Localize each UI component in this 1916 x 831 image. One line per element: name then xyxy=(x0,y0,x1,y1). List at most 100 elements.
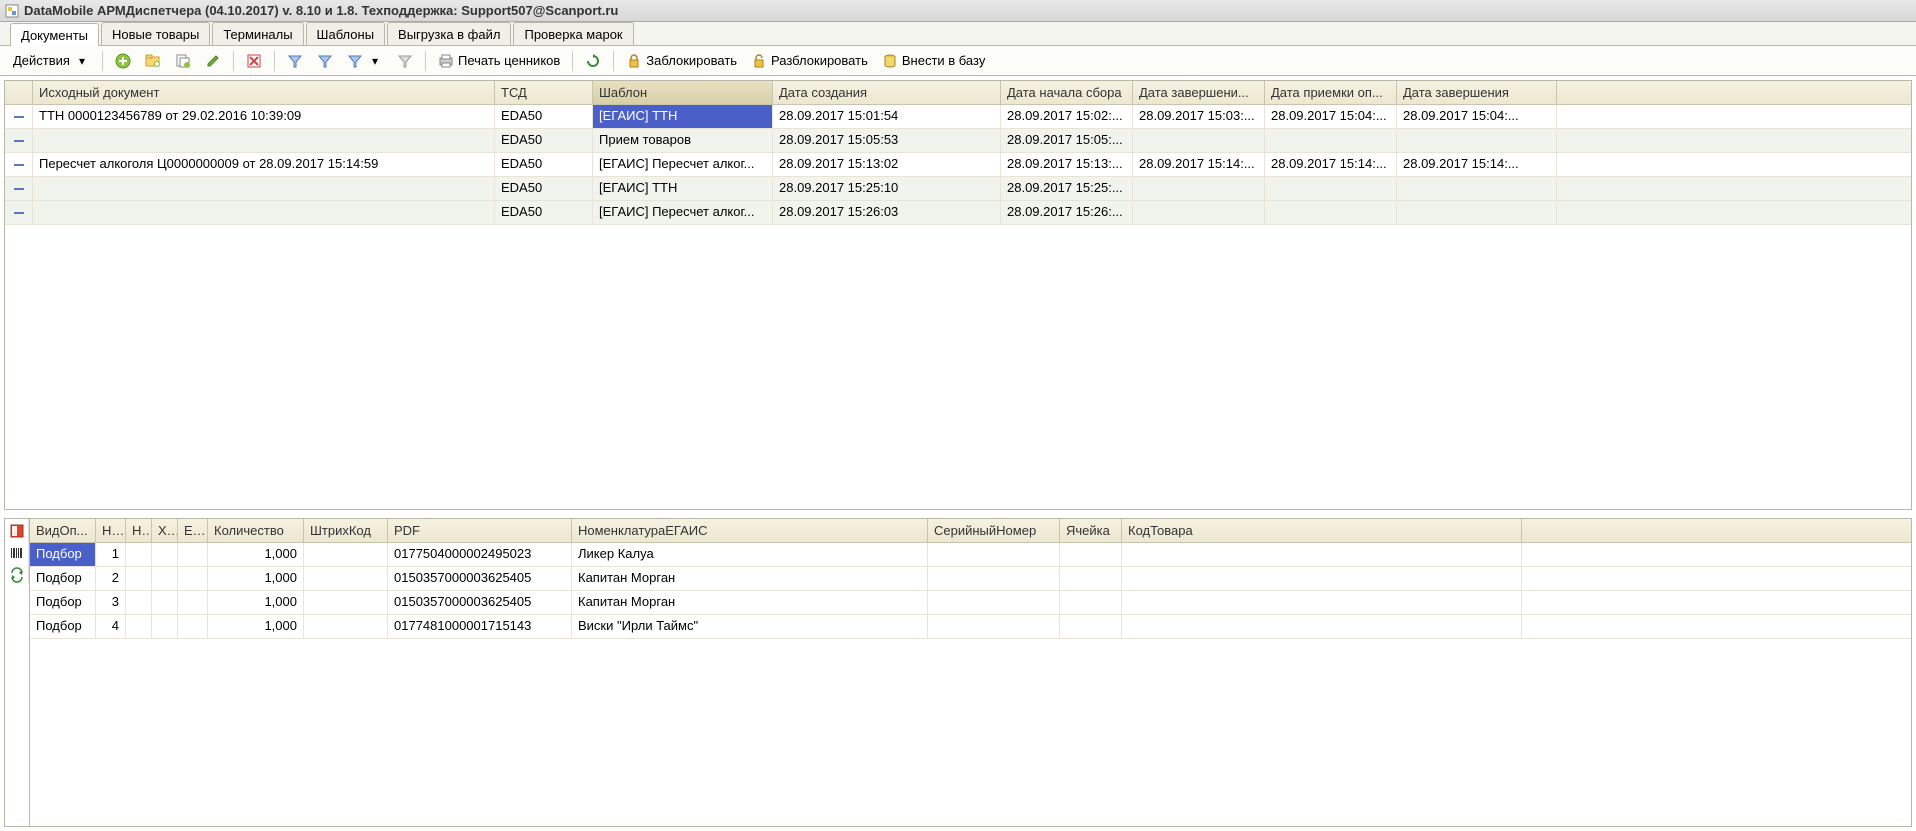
cell[interactable] xyxy=(1060,615,1122,638)
detail-grid[interactable]: ВидОп...Н...Н..Х..Е...КоличествоШтрихКод… xyxy=(29,518,1912,827)
cell[interactable] xyxy=(152,567,178,590)
cell[interactable]: [ЕГАИС] ТТН xyxy=(593,177,773,200)
col-header[interactable]: Исходный документ xyxy=(33,81,495,104)
documents-grid-body[interactable]: ТТН 0000123456789 от 29.02.2016 10:39:09… xyxy=(5,105,1911,509)
cell[interactable]: 1,000 xyxy=(208,543,304,566)
col-header[interactable]: ТСД xyxy=(495,81,593,104)
cell[interactable]: Ликер Калуа xyxy=(572,543,928,566)
tab-Новые товары[interactable]: Новые товары xyxy=(101,22,210,45)
col-header[interactable]: Ячейка xyxy=(1060,519,1122,542)
cell[interactable] xyxy=(178,543,208,566)
table-row[interactable]: EDA50Прием товаров28.09.2017 15:05:5328.… xyxy=(5,129,1911,153)
tab-Документы[interactable]: Документы xyxy=(10,23,99,46)
cell[interactable] xyxy=(928,567,1060,590)
collapse-icon[interactable] xyxy=(14,212,24,214)
cell[interactable]: 28.09.2017 15:13:02 xyxy=(773,153,1001,176)
cell[interactable]: Капитан Морган xyxy=(572,591,928,614)
unblock-button[interactable]: Разблокировать xyxy=(746,50,873,72)
folder-add-button[interactable] xyxy=(140,50,166,72)
col-header[interactable]: Н.. xyxy=(126,519,152,542)
cell[interactable]: 28.09.2017 15:02:... xyxy=(1001,105,1133,128)
cell[interactable]: EDA50 xyxy=(495,129,593,152)
cell[interactable]: 28.09.2017 15:14:... xyxy=(1397,153,1557,176)
col-header[interactable]: Дата начала сбора xyxy=(1001,81,1133,104)
cell[interactable] xyxy=(1265,201,1397,224)
cell[interactable] xyxy=(928,543,1060,566)
cell[interactable] xyxy=(1133,129,1265,152)
cell[interactable]: Капитан Морган xyxy=(572,567,928,590)
cell[interactable]: Подбор xyxy=(30,567,96,590)
cell[interactable]: [ЕГАИС] Пересчет алког... xyxy=(593,201,773,224)
table-row[interactable]: Подбор11,0000177504000002495023Ликер Кал… xyxy=(30,543,1911,567)
table-row[interactable]: EDA50[ЕГАИС] Пересчет алког... 28.09.2017… xyxy=(5,201,1911,225)
cell[interactable] xyxy=(33,129,495,152)
cell[interactable]: 0150357000003625405 xyxy=(388,567,572,590)
cell[interactable] xyxy=(1397,201,1557,224)
print-button[interactable]: Печать ценников xyxy=(433,50,565,72)
cell[interactable]: 1,000 xyxy=(208,567,304,590)
detail-grid-body[interactable]: Подбор11,0000177504000002495023Ликер Кал… xyxy=(30,543,1911,826)
cell[interactable] xyxy=(1265,177,1397,200)
cell[interactable] xyxy=(5,105,33,128)
cell[interactable] xyxy=(1133,201,1265,224)
col-header[interactable]: Х.. xyxy=(152,519,178,542)
cell[interactable] xyxy=(126,615,152,638)
cell[interactable]: 1 xyxy=(96,543,126,566)
tab-Выгрузка в файл[interactable]: Выгрузка в файл xyxy=(387,22,511,45)
cell[interactable] xyxy=(5,201,33,224)
cell[interactable] xyxy=(33,177,495,200)
sync-icon[interactable] xyxy=(9,567,25,583)
cell[interactable] xyxy=(304,615,388,638)
table-row[interactable]: Подбор31,0000150357000003625405Капитан М… xyxy=(30,591,1911,615)
col-header[interactable]: Е... xyxy=(178,519,208,542)
col-header[interactable]: Шаблон xyxy=(593,81,773,104)
cell[interactable]: 28.09.2017 15:05:53 xyxy=(773,129,1001,152)
cell[interactable] xyxy=(304,591,388,614)
table-row[interactable]: Подбор41,0000177481000001715143Виски "Ир… xyxy=(30,615,1911,639)
cell[interactable]: EDA50 xyxy=(495,105,593,128)
cell[interactable]: 28.09.2017 15:14:... xyxy=(1265,153,1397,176)
col-header[interactable]: ШтрихКод xyxy=(304,519,388,542)
add-button[interactable] xyxy=(110,50,136,72)
delete-button[interactable] xyxy=(241,50,267,72)
cell[interactable] xyxy=(304,567,388,590)
col-header[interactable]: КодТовара xyxy=(1122,519,1522,542)
cell[interactable]: 0177504000002495023 xyxy=(388,543,572,566)
cell[interactable]: 28.09.2017 15:14:... xyxy=(1133,153,1265,176)
col-header[interactable]: Дата создания xyxy=(773,81,1001,104)
cell[interactable] xyxy=(126,567,152,590)
cell[interactable] xyxy=(126,543,152,566)
col-header[interactable]: Дата завершения xyxy=(1397,81,1557,104)
cell[interactable]: 0177481000001715143 xyxy=(388,615,572,638)
col-header[interactable]: СерийныйНомер xyxy=(928,519,1060,542)
col-header[interactable]: Н... xyxy=(96,519,126,542)
cell[interactable] xyxy=(5,177,33,200)
cell[interactable]: Виски "Ирли Таймс" xyxy=(572,615,928,638)
cell[interactable] xyxy=(928,615,1060,638)
col-header[interactable]: PDF xyxy=(388,519,572,542)
actions-dropdown[interactable]: Действия ▾ xyxy=(8,50,95,72)
col-header[interactable]: НоменклатураЕГАИС xyxy=(572,519,928,542)
cell[interactable]: Подбор xyxy=(30,615,96,638)
collapse-icon[interactable] xyxy=(14,188,24,190)
collapse-icon[interactable] xyxy=(14,140,24,142)
cell[interactable]: 28.09.2017 15:26:... xyxy=(1001,201,1133,224)
cell[interactable] xyxy=(304,543,388,566)
cell[interactable] xyxy=(33,201,495,224)
cell[interactable]: EDA50 xyxy=(495,201,593,224)
refresh-button[interactable] xyxy=(580,50,606,72)
cell[interactable] xyxy=(152,615,178,638)
cell[interactable]: EDA50 xyxy=(495,153,593,176)
cell[interactable]: 4 xyxy=(96,615,126,638)
cell[interactable]: [ЕГАИС] ТТН xyxy=(593,105,773,128)
cell[interactable] xyxy=(1133,177,1265,200)
cell[interactable] xyxy=(1122,543,1522,566)
cell[interactable]: 0150357000003625405 xyxy=(388,591,572,614)
tab-Терминалы[interactable]: Терминалы xyxy=(212,22,303,45)
cell[interactable]: 28.09.2017 15:05:... xyxy=(1001,129,1133,152)
cell[interactable] xyxy=(1060,591,1122,614)
cell[interactable]: 1,000 xyxy=(208,591,304,614)
tab-Шаблоны[interactable]: Шаблоны xyxy=(306,22,386,45)
cell[interactable] xyxy=(178,615,208,638)
cell[interactable] xyxy=(1060,567,1122,590)
